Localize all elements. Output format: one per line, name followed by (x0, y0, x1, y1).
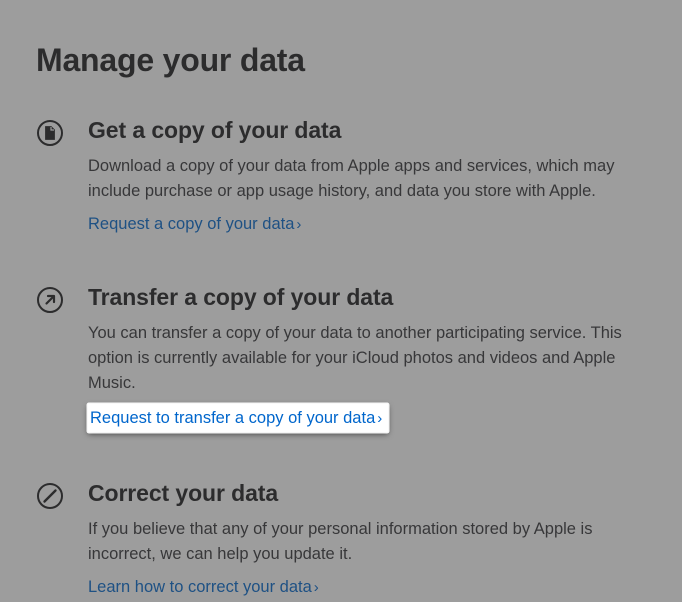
link-correct-data[interactable]: Learn how to correct your data› (88, 575, 319, 600)
section-desc-get-copy: Download a copy of your data from Apple … (88, 154, 626, 204)
link-correct-data-text: Learn how to correct your data (88, 578, 312, 596)
manage-data-panel: Manage your data Get a copy of your data… (0, 0, 682, 600)
link-request-transfer-text: Request to transfer a copy of your data (90, 409, 375, 427)
chevron-right-icon: › (377, 410, 382, 427)
chevron-right-icon: › (296, 216, 301, 233)
highlighted-link-callout: Request to transfer a copy of your data› (88, 404, 388, 433)
section-get-copy: Get a copy of your data Download a copy … (36, 117, 646, 236)
section-transfer: Transfer a copy of your data You can tra… (36, 284, 646, 432)
page-title: Manage your data (36, 42, 646, 79)
link-request-copy-text: Request a copy of your data (88, 215, 294, 233)
section-correct: Correct your data If you believe that an… (36, 480, 646, 599)
section-heading-correct: Correct your data (88, 480, 626, 507)
section-heading-get-copy: Get a copy of your data (88, 117, 626, 144)
section-desc-correct: If you believe that any of your personal… (88, 517, 626, 567)
section-heading-transfer: Transfer a copy of your data (88, 284, 626, 311)
document-icon (36, 117, 88, 147)
arrow-out-icon (36, 284, 88, 314)
chevron-right-icon: › (314, 579, 319, 596)
pencil-icon (36, 480, 88, 510)
link-request-transfer[interactable]: Request to transfer a copy of your data› (90, 406, 382, 431)
section-desc-transfer: You can transfer a copy of your data to … (88, 321, 626, 395)
link-request-copy[interactable]: Request a copy of your data› (88, 212, 301, 237)
